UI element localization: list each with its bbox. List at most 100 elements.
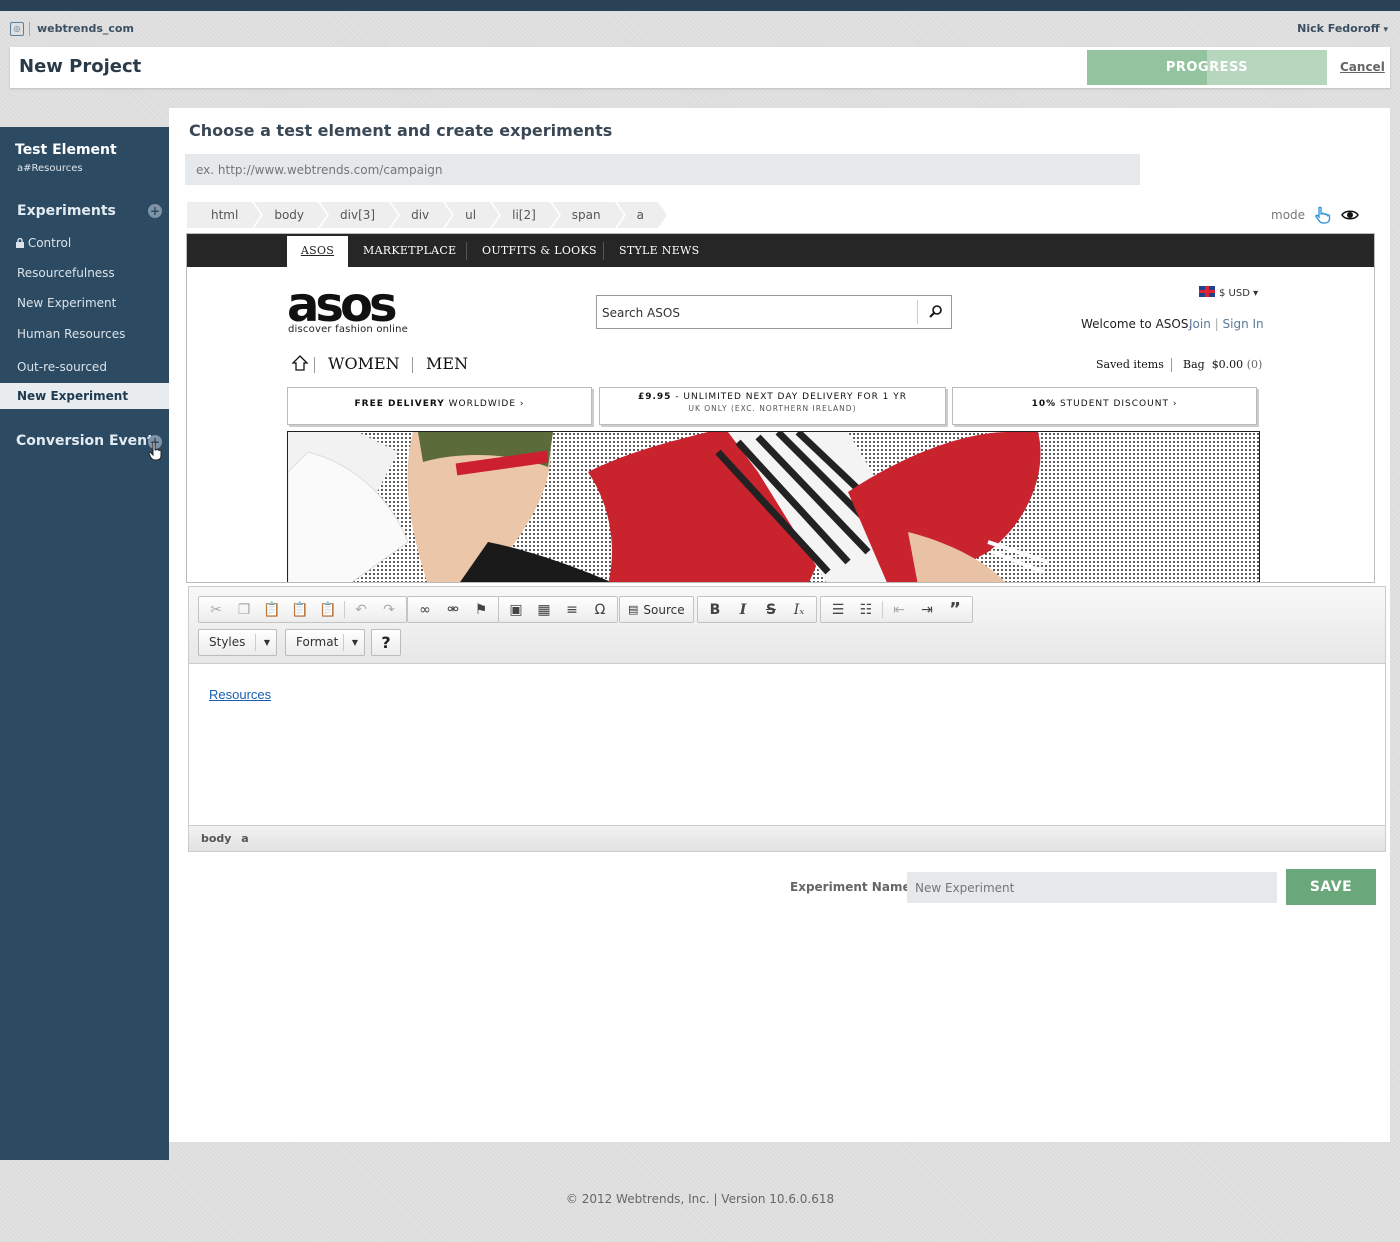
conversion-event-title: Conversion Event bbox=[16, 433, 154, 449]
bag-count: (0) bbox=[1246, 358, 1263, 371]
promo-text: STUDENT DISCOUNT › bbox=[1056, 399, 1178, 409]
promo-text: WORLDWIDE › bbox=[444, 399, 525, 409]
sidebar-item-resourcefulness[interactable]: Resourcefulness bbox=[0, 260, 169, 286]
asos-search[interactable]: Search ASOS bbox=[596, 295, 952, 329]
test-element-title: Test Element bbox=[15, 142, 117, 158]
resources-link[interactable]: Resources bbox=[209, 687, 271, 702]
clipboard-group: ✂ ❐ 📋 📋 📋 ↶ ↷ bbox=[198, 596, 407, 623]
paste-text-icon[interactable]: 📋 bbox=[286, 597, 314, 622]
mode-label: mode bbox=[1271, 208, 1306, 222]
indent-icon[interactable]: ⇥ bbox=[913, 597, 941, 622]
currency-selector[interactable]: $ USD ▾ bbox=[1199, 286, 1258, 299]
link-icon[interactable]: ∞ bbox=[411, 597, 439, 622]
promo-free-delivery[interactable]: FREE DELIVERY WORLDWIDE › bbox=[287, 387, 592, 425]
promo-bold: £9.95 bbox=[637, 392, 672, 402]
breadcrumb-item[interactable]: body bbox=[254, 202, 329, 228]
home-icon[interactable] bbox=[291, 354, 309, 372]
element-path-bar[interactable]: body a bbox=[189, 825, 1385, 851]
copy-icon[interactable]: ❐ bbox=[230, 597, 258, 622]
pointer-mode-icon[interactable] bbox=[1313, 206, 1331, 224]
sidebar: Test Element a#Resources Experiments + C… bbox=[0, 127, 169, 1160]
paste-icon[interactable]: 📋 bbox=[258, 597, 286, 622]
blockquote-icon[interactable]: ” bbox=[941, 597, 969, 622]
breadcrumb-item[interactable]: div[3] bbox=[320, 202, 401, 228]
asos-tab-style-news[interactable]: STYLE NEWS bbox=[619, 234, 699, 267]
redo-icon[interactable]: ↷ bbox=[375, 597, 403, 622]
source-button[interactable]: ▤ Source bbox=[623, 597, 690, 622]
section-title: Choose a test element and create experim… bbox=[189, 121, 613, 140]
sidebar-item-new-experiment-active[interactable]: New Experiment bbox=[0, 383, 169, 409]
site-preview[interactable]: ASOS MARKETPLACE OUTFITS & LOOKS STYLE N… bbox=[186, 233, 1375, 583]
webtrends-logo-icon[interactable]: ◎ bbox=[10, 22, 24, 36]
project-header: New Project PROGRESS Cancel bbox=[10, 47, 1390, 88]
bag-amount: $0.00 bbox=[1211, 358, 1244, 371]
sidebar-item-label: New Experiment bbox=[17, 389, 129, 403]
sign-in-link[interactable]: Sign In bbox=[1223, 317, 1264, 331]
styles-dropdown[interactable]: Styles ▼ bbox=[198, 629, 277, 656]
table-icon[interactable]: ▦ bbox=[530, 597, 558, 622]
undo-icon[interactable]: ↶ bbox=[347, 597, 375, 622]
nav-divider bbox=[314, 357, 315, 373]
experiment-name-input[interactable] bbox=[907, 872, 1277, 903]
bag-link[interactable]: Bag $0.00 (0) bbox=[1183, 358, 1262, 371]
paste-word-icon[interactable]: 📋 bbox=[314, 597, 342, 622]
help-button[interactable]: ? bbox=[371, 629, 401, 656]
hero-banner-image[interactable] bbox=[287, 431, 1260, 582]
sidebar-item-control[interactable]: Control bbox=[0, 230, 169, 256]
preview-eye-icon[interactable] bbox=[1341, 208, 1359, 222]
saved-items-link[interactable]: Saved items bbox=[1096, 358, 1164, 371]
sidebar-item-new-experiment[interactable]: New Experiment bbox=[0, 290, 169, 316]
promo-student[interactable]: 10% STUDENT DISCOUNT › bbox=[952, 387, 1257, 425]
strike-icon[interactable]: S bbox=[757, 597, 785, 622]
currency-label: $ USD bbox=[1219, 288, 1250, 299]
asos-tab-marketplace[interactable]: MARKETPLACE bbox=[363, 234, 456, 267]
page-title: New Project bbox=[19, 56, 142, 77]
asos-tab-asos[interactable]: ASOS bbox=[287, 236, 348, 267]
top-strip bbox=[0, 0, 1400, 11]
asos-men-link[interactable]: MEN bbox=[426, 354, 468, 373]
user-name: Nick Fedoroff bbox=[1297, 22, 1380, 35]
styles-label: Styles bbox=[209, 635, 246, 649]
breadcrumb-item[interactable]: span bbox=[551, 202, 626, 228]
bold-icon[interactable]: B bbox=[701, 597, 729, 622]
editor-content-area[interactable]: Resources bbox=[189, 665, 1385, 825]
save-button[interactable]: SAVE bbox=[1286, 869, 1376, 905]
asos-search-button[interactable] bbox=[917, 300, 951, 324]
join-link[interactable]: Join bbox=[1189, 317, 1211, 331]
editor-toolbar: ✂ ❐ 📋 📋 📋 ↶ ↷ ∞ ⚮ ⚑ ▣ ▦ ≡ Ω ▤ Source B I… bbox=[189, 587, 1385, 664]
sidebar-item-label: Resourcefulness bbox=[17, 266, 115, 280]
asos-women-link[interactable]: WOMEN bbox=[328, 354, 400, 373]
unlink-icon[interactable]: ⚮ bbox=[439, 597, 467, 622]
sidebar-item-label: Human Resources bbox=[17, 327, 126, 341]
outdent-icon[interactable]: ⇤ bbox=[885, 597, 913, 622]
image-icon[interactable]: ▣ bbox=[502, 597, 530, 622]
rich-text-editor: ✂ ❐ 📋 📋 📋 ↶ ↷ ∞ ⚮ ⚑ ▣ ▦ ≡ Ω ▤ Source B I… bbox=[188, 586, 1386, 852]
horizontal-rule-icon[interactable]: ≡ bbox=[558, 597, 586, 622]
campaign-url-input[interactable] bbox=[185, 154, 1140, 185]
sidebar-item-out-re-sourced[interactable]: Out-re-sourced bbox=[0, 354, 169, 380]
promo-next-day[interactable]: £9.95 - UNLIMITED NEXT DAY DELIVERY FOR … bbox=[599, 387, 946, 425]
sidebar-item-human-resources[interactable]: Human Resources bbox=[0, 321, 169, 347]
experiments-title: Experiments bbox=[17, 203, 116, 219]
special-char-icon[interactable]: Ω bbox=[586, 597, 614, 622]
asos-logo[interactable]: asos bbox=[287, 281, 397, 329]
asos-tab-outfits[interactable]: OUTFITS & LOOKS bbox=[482, 234, 597, 267]
remove-format-icon[interactable]: Iₓ bbox=[785, 597, 813, 622]
cut-icon[interactable]: ✂ bbox=[202, 597, 230, 622]
progress-bar: PROGRESS bbox=[1087, 50, 1327, 85]
format-label: Format bbox=[296, 635, 339, 649]
anchor-flag-icon[interactable]: ⚑ bbox=[467, 597, 495, 622]
footer-text: © 2012 Webtrends, Inc. | Version 10.6.0.… bbox=[565, 1192, 835, 1206]
add-experiment-icon[interactable]: + bbox=[148, 204, 162, 218]
account-name[interactable]: webtrends_com bbox=[37, 22, 134, 35]
italic-icon[interactable]: I bbox=[729, 597, 757, 622]
numbered-list-icon[interactable]: ☰ bbox=[824, 597, 852, 622]
sidebar-item-label: New Experiment bbox=[17, 296, 117, 310]
cancel-button[interactable]: Cancel bbox=[1340, 60, 1385, 74]
user-menu[interactable]: Nick Fedoroff ▾ bbox=[1297, 22, 1388, 35]
bullet-list-icon[interactable]: ☷ bbox=[852, 597, 880, 622]
account-bar: ◎ webtrends_com Nick Fedoroff ▾ bbox=[0, 11, 1400, 47]
asos-search-input[interactable]: Search ASOS bbox=[602, 306, 680, 320]
breadcrumb-item[interactable]: html bbox=[187, 202, 264, 228]
format-dropdown[interactable]: Format ▼ bbox=[285, 629, 365, 656]
